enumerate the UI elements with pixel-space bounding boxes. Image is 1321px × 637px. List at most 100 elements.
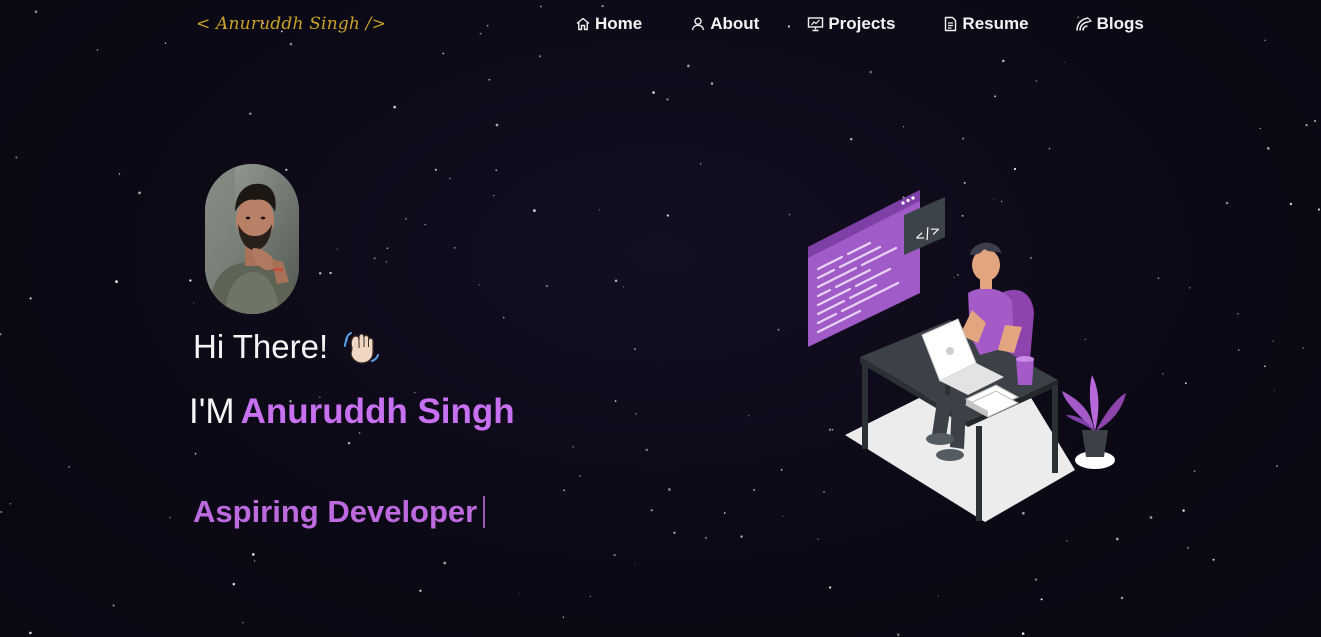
site-logo[interactable]: < Anuruddh Singh /> (196, 14, 386, 34)
nav-item-about[interactable]: About (690, 14, 759, 34)
star (563, 489, 565, 491)
star (645, 448, 649, 452)
nav-item-label: Resume (962, 14, 1029, 33)
star (1313, 119, 1317, 123)
star (478, 284, 480, 286)
star (1305, 124, 1308, 127)
home-icon (576, 17, 590, 31)
star (652, 91, 655, 94)
star (118, 173, 121, 175)
star (1120, 596, 1124, 600)
star (994, 95, 997, 98)
star (0, 333, 2, 336)
star (963, 181, 966, 184)
star (1013, 167, 1017, 171)
nav-item-label: Blogs (1096, 14, 1144, 33)
star (589, 595, 591, 597)
star (15, 156, 18, 159)
code-window (808, 190, 920, 347)
nav-item-resume[interactable]: Resume (943, 14, 1029, 34)
star (1149, 516, 1153, 519)
star (495, 123, 499, 127)
star (1186, 546, 1189, 549)
star (780, 469, 783, 471)
star (1066, 539, 1068, 542)
page: < Anuruddh Singh /> Home About Projects … (0, 0, 1321, 637)
intro-prefix: I'M (189, 392, 235, 431)
star (112, 604, 115, 607)
star (613, 553, 616, 557)
star (1115, 537, 1119, 541)
star (673, 531, 676, 534)
star (249, 112, 252, 116)
star (896, 633, 900, 637)
star (1259, 127, 1261, 130)
star (1212, 558, 1215, 561)
star (1289, 202, 1293, 206)
star (614, 279, 618, 283)
plant (1062, 375, 1126, 469)
star (704, 536, 708, 540)
star (29, 297, 32, 300)
star (0, 511, 2, 513)
nav-item-label: Projects (828, 14, 896, 33)
star (666, 214, 669, 217)
star (443, 561, 447, 565)
typewriter-text: Aspiring Developer (193, 494, 478, 529)
star (782, 515, 784, 517)
star (753, 488, 756, 492)
star (386, 247, 389, 250)
star (138, 191, 141, 195)
star (777, 328, 780, 331)
star (572, 446, 574, 448)
star (700, 163, 702, 165)
star (788, 213, 791, 216)
star (869, 70, 873, 74)
star (817, 538, 819, 540)
star (668, 488, 671, 491)
star (687, 64, 690, 68)
star (253, 560, 256, 562)
star (635, 412, 638, 415)
star (710, 82, 714, 85)
star (740, 535, 743, 538)
star (285, 168, 288, 171)
nav-item-label: Home (595, 14, 643, 33)
nav-item-projects[interactable]: Projects (807, 14, 895, 34)
star (493, 195, 495, 197)
intro-heading: I'M Anuruddh Singh (189, 392, 515, 432)
star (193, 302, 195, 304)
star (850, 138, 853, 141)
star (488, 78, 491, 81)
star (828, 586, 832, 589)
typewriter-cursor (483, 496, 486, 528)
star (442, 52, 445, 55)
star (1162, 373, 1164, 375)
greeting-text: Hi There! (193, 328, 329, 365)
star (1272, 340, 1274, 342)
star (169, 516, 172, 519)
star (1048, 147, 1051, 150)
star (336, 248, 338, 250)
nav-item-home[interactable]: Home (575, 14, 642, 34)
nav-item-blogs[interactable]: Blogs (1075, 14, 1144, 34)
star (1184, 382, 1187, 385)
developer-illustration: </> (808, 190, 1126, 522)
greeting: Hi There! (193, 328, 380, 366)
star (1302, 347, 1304, 349)
star (405, 218, 407, 220)
avatar-photo (205, 164, 299, 314)
waving-hand-icon (344, 332, 380, 364)
star (562, 616, 565, 618)
star (1267, 147, 1270, 150)
star (634, 564, 636, 566)
star (9, 502, 12, 505)
star (434, 168, 437, 171)
star (1182, 509, 1185, 512)
star (29, 631, 32, 635)
star (1188, 287, 1191, 289)
star (650, 509, 653, 512)
star (1021, 632, 1025, 635)
coffee-cup (1016, 356, 1034, 385)
star (723, 512, 726, 514)
